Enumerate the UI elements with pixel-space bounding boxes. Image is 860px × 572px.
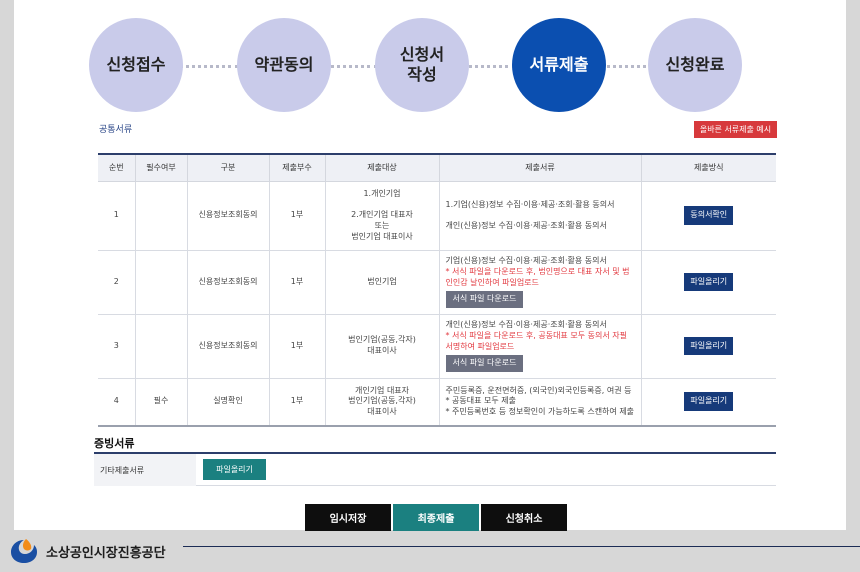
row-method: 파일올리기 (640, 314, 776, 379)
col-header: 구분 (186, 153, 269, 182)
row-method: 파일올리기 (640, 378, 776, 427)
table-header-row: 순번 필수여부 구분 제출부수 제출대상 제출서류 제출방식 (98, 153, 776, 182)
row-category: 신용정보조회동의 (186, 250, 269, 315)
row-target: 법인기업(공동,각자) 대표이사 (324, 314, 439, 379)
row-no: 2 (98, 250, 135, 315)
row-method: 동의서확인 (640, 181, 776, 251)
doc-item: 기업(신용)정보 수집·이용·제공·조회·활용 동의서 (445, 255, 607, 265)
col-header: 제출대상 (324, 153, 439, 182)
save-draft-button[interactable]: 임시저장 (305, 504, 391, 531)
row-copies: 1부 (268, 314, 325, 379)
col-header: 제출방식 (640, 153, 776, 182)
step-apply: 신청접수 (89, 18, 183, 112)
doc-item: 개인(신용)정보 수집·이용·제공·조회·활용 동의서 (445, 220, 607, 230)
evidence-title: 증빙서류 (94, 437, 135, 450)
step-complete: 신청완료 (648, 18, 742, 112)
step-write: 신청서 작성 (375, 18, 469, 112)
final-submit-button[interactable]: 최종제출 (393, 504, 479, 531)
evidence-upload-button[interactable]: 파일올리기 (203, 459, 266, 480)
footer-divider (183, 546, 860, 547)
footer: 소상공인시장진흥공단 (0, 532, 860, 572)
table-row: 2 신용정보조회동의 1부 법인기업 기업(신용)정보 수집·이용·제공·조회·… (98, 250, 776, 315)
documents-table: 순번 필수여부 구분 제출부수 제출대상 제출서류 제출방식 1 신용정보조회동… (98, 153, 776, 427)
table-row: 1 신용정보조회동의 1부 1.개인기업 2.개인기업 대표자 또는 법인기업 … (98, 181, 776, 251)
file-upload-button[interactable]: 파일올리기 (684, 336, 734, 356)
cancel-application-button[interactable]: 신청취소 (481, 504, 567, 531)
row-copies: 1부 (268, 250, 325, 315)
file-upload-button[interactable]: 파일올리기 (684, 272, 734, 292)
file-upload-button[interactable]: 파일올리기 (684, 392, 734, 412)
doc-note: * 공동대표 모두 제출 (445, 396, 517, 406)
row-required (134, 181, 187, 251)
row-category: 신용정보조회동의 (186, 314, 269, 379)
row-no: 4 (98, 378, 135, 427)
row-copies: 1부 (268, 378, 325, 427)
step-documents: 서류제출 (512, 18, 606, 112)
doc-note: * 서식 파일을 다운로드 후, 법인명으로 대표 자서 및 법인인감 날인하여… (445, 266, 630, 287)
step-terms: 약관동의 (237, 18, 331, 112)
col-header: 필수여부 (134, 153, 187, 182)
table-row: 3 신용정보조회동의 1부 법인기업(공동,각자) 대표이사 개인(신용)정보 … (98, 314, 776, 379)
org-name: 소상공인시장진흥공단 (46, 546, 166, 561)
row-docs: 주민등록증, 운전면허증, (외국인)외국인등록증, 여권 등 * 공동대표 모… (438, 378, 641, 427)
evidence-label: 기타제출서류 (94, 454, 196, 486)
row-docs: 기업(신용)정보 수집·이용·제공·조회·활용 동의서 * 서식 파일을 다운로… (438, 250, 641, 315)
row-required (134, 250, 187, 315)
doc-note: * 서식 파일을 다운로드 후, 공동대표 모두 동의서 자필 서명하여 파일업… (445, 330, 627, 351)
row-category: 신용정보조회동의 (186, 181, 269, 251)
common-docs-title: 공통서류 (99, 125, 133, 135)
row-no: 3 (98, 314, 135, 379)
org-logo-icon (11, 539, 37, 563)
row-copies: 1부 (268, 181, 325, 251)
row-required (134, 314, 187, 379)
row-category: 실명확인 (186, 378, 269, 427)
doc-item: 주민등록증, 운전면허증, (외국인)외국인등록증, 여권 등 (445, 385, 632, 395)
col-header: 제출서류 (438, 153, 641, 182)
row-method: 파일올리기 (640, 250, 776, 315)
download-form-button[interactable]: 서식 파일 다운로드 (445, 291, 524, 309)
example-button[interactable]: 올바른 서류제출 예시 (694, 121, 777, 138)
col-header: 순번 (98, 153, 135, 182)
col-header: 제출부수 (268, 153, 325, 182)
doc-item: 1.기업(신용)정보 수집·이용·제공·조회·활용 동의서 (445, 199, 615, 209)
step-connector (179, 65, 239, 68)
doc-item: 개인(신용)정보 수집·이용·제공·조회·활용 동의서 (445, 319, 607, 329)
evidence-row: 기타제출서류 파일올리기 (94, 454, 776, 486)
row-target: 법인기업 (324, 250, 439, 315)
row-docs: 개인(신용)정보 수집·이용·제공·조회·활용 동의서 * 서식 파일을 다운로… (438, 314, 641, 379)
row-required: 필수 (134, 378, 187, 427)
download-form-button[interactable]: 서식 파일 다운로드 (445, 355, 524, 373)
row-no: 1 (98, 181, 135, 251)
row-target: 1.개인기업 2.개인기업 대표자 또는 법인기업 대표이사 (324, 181, 439, 251)
row-target: 개인기업 대표자 법인기업(공동,각자) 대표이사 (324, 378, 439, 427)
consent-check-button[interactable]: 동의서확인 (684, 206, 734, 225)
progress-steps: 신청접수 약관동의 신청서 작성 서류제출 신청완료 (89, 18, 742, 114)
doc-note: * 주민등록번호 등 정보확인이 가능하도록 스캔하여 제출 (445, 407, 635, 417)
row-docs: 1.기업(신용)정보 수집·이용·제공·조회·활용 동의서 개인(신용)정보 수… (438, 181, 641, 251)
table-row: 4 필수 실명확인 1부 개인기업 대표자 법인기업(공동,각자) 대표이사 주… (98, 378, 776, 427)
